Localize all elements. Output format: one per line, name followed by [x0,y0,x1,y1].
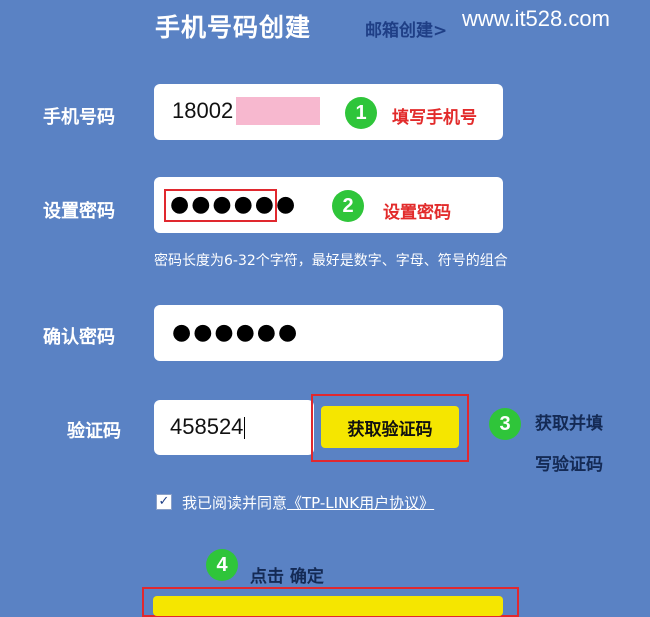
password-hint: 密码长度为6-32个字符，最好是数字、字母、符号的组合 [154,253,508,269]
step-2-badge: 2 [332,190,364,222]
email-create-link[interactable]: 邮箱创建> [365,16,447,41]
step-4-badge: 4 [206,549,238,581]
captcha-label: 验证码 [67,421,121,442]
confirm-button[interactable] [153,596,503,616]
captcha-annotation-line1: 获取并填 [535,414,603,434]
captcha-value: 458524 [170,414,244,439]
password-label: 设置密码 [43,201,115,222]
text-caret [244,417,246,440]
confirm-password-value: ●●●●●● [172,320,300,345]
captcha-value-wrap: 458524 [170,414,246,440]
get-captcha-button[interactable]: 获取验证码 [321,406,459,448]
confirm-password-field[interactable]: ●●●●●● [154,305,503,361]
phone-value: 18002 [172,98,234,123]
phone-redaction [236,97,320,125]
agree-checkbox[interactable]: ✓ [156,494,172,510]
agreement-line: 我已阅读并同意《TP-LINK用户协议》 [182,492,434,513]
password-annotation: 设置密码 [383,203,451,223]
phone-annotation: 填写手机号 [392,108,477,128]
agreement-text: 我已阅读并同意 [182,494,288,512]
agreement-link[interactable]: 《TP-LINK用户协议》 [287,494,434,512]
confirm-password-label: 确认密码 [43,327,115,348]
page-title: 手机号码创建 [155,13,312,42]
phone-label: 手机号码 [43,107,115,128]
watermark: www.it528.com [462,6,610,31]
confirm-annotation: 点击 确定 [250,567,324,587]
step-1-badge: 1 [345,97,377,129]
step-3-badge: 3 [489,408,521,440]
password-value: ●●●●●● [170,192,298,217]
captcha-field[interactable]: 458524 [154,400,314,455]
captcha-annotation-line2: 写验证码 [535,455,603,475]
